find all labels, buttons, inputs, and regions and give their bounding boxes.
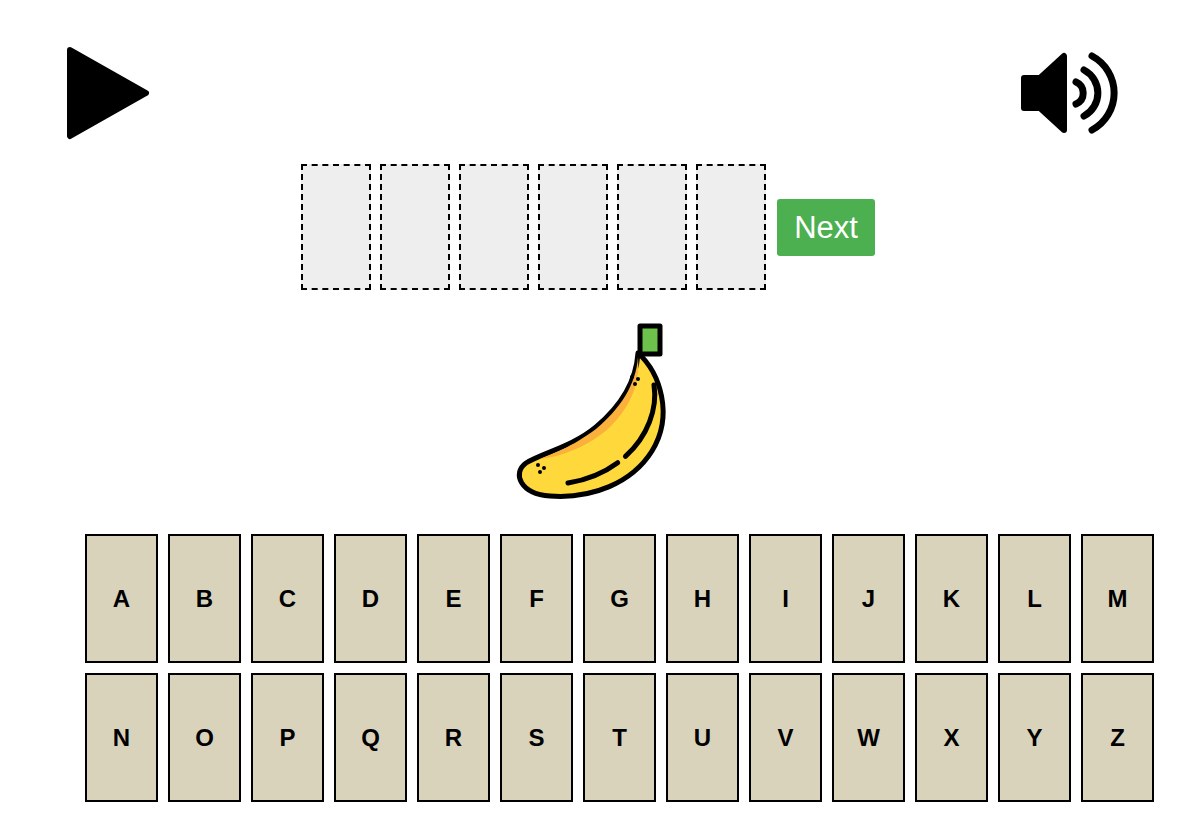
letter-key[interactable]: Z <box>1081 673 1154 802</box>
next-button[interactable]: Next <box>777 199 875 256</box>
keyboard-row: ABCDEFGHIJKLM <box>85 534 1190 663</box>
letter-key[interactable]: N <box>85 673 158 802</box>
letter-key[interactable]: L <box>998 534 1071 663</box>
picture <box>0 323 1190 501</box>
letter-key[interactable]: E <box>417 534 490 663</box>
letter-key[interactable]: M <box>1081 534 1154 663</box>
letter-slot[interactable] <box>538 164 608 290</box>
letter-key[interactable]: S <box>500 673 573 802</box>
letter-key[interactable]: G <box>583 534 656 663</box>
keyboard-row: NOPQRSTUVWXYZ <box>85 673 1190 802</box>
answer-row: Next <box>0 164 1190 290</box>
letter-slot[interactable] <box>459 164 529 290</box>
top-bar <box>0 0 1190 140</box>
letter-key[interactable]: O <box>168 673 241 802</box>
letter-key[interactable]: V <box>749 673 822 802</box>
letter-key[interactable]: P <box>251 673 324 802</box>
banana-icon <box>510 323 674 501</box>
letter-slot[interactable] <box>617 164 687 290</box>
letter-key[interactable]: R <box>417 673 490 802</box>
letter-key[interactable]: X <box>915 673 988 802</box>
letter-key[interactable]: U <box>666 673 739 802</box>
keyboard: ABCDEFGHIJKLMNOPQRSTUVWXYZ <box>0 534 1190 802</box>
letter-key[interactable]: H <box>666 534 739 663</box>
letter-slot[interactable] <box>380 164 450 290</box>
speaker-icon[interactable] <box>1020 50 1120 136</box>
letter-key[interactable]: Y <box>998 673 1071 802</box>
letter-slot[interactable] <box>301 164 371 290</box>
game-page: NextABCDEFGHIJKLMNOPQRSTUVWXYZ <box>0 0 1190 836</box>
letter-key[interactable]: T <box>583 673 656 802</box>
letter-slot[interactable] <box>696 164 766 290</box>
letter-key[interactable]: D <box>334 534 407 663</box>
letter-key[interactable]: A <box>85 534 158 663</box>
letter-key[interactable]: W <box>832 673 905 802</box>
letter-key[interactable]: J <box>832 534 905 663</box>
letter-key[interactable]: F <box>500 534 573 663</box>
letter-key[interactable]: K <box>915 534 988 663</box>
play-icon[interactable] <box>66 46 150 140</box>
letter-key[interactable]: C <box>251 534 324 663</box>
letter-key[interactable]: I <box>749 534 822 663</box>
letter-key[interactable]: B <box>168 534 241 663</box>
letter-slots <box>301 164 766 290</box>
letter-key[interactable]: Q <box>334 673 407 802</box>
